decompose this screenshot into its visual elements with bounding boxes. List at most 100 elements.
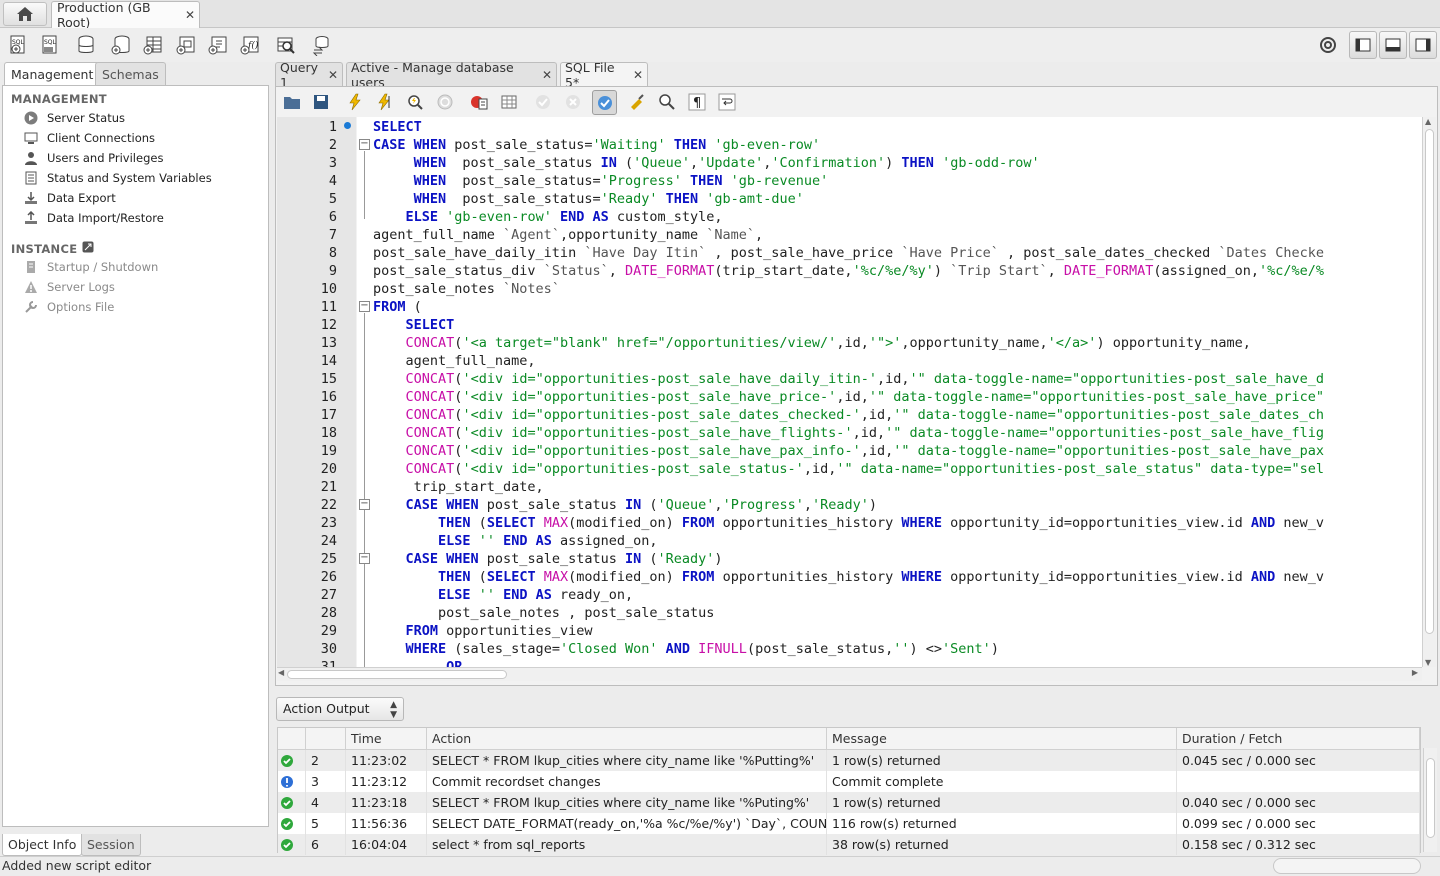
scroll-right-arrow-icon[interactable]: ▶	[1412, 668, 1418, 677]
reconnect-button[interactable]	[310, 34, 332, 56]
code-line[interactable]: CASE WHEN post_sale_status='Waiting' THE…	[373, 136, 820, 154]
code-line[interactable]: ELSE '' END AS ready_on,	[373, 586, 633, 604]
execute-current-button[interactable]	[375, 92, 395, 112]
table-row[interactable]: 4 11:23:18 SELECT * FROM lkup_cities where…	[278, 792, 1420, 813]
code-line[interactable]: SELECT	[373, 118, 422, 136]
code-line[interactable]: ELSE '' END AS assigned_on,	[373, 532, 658, 550]
autocommit-toggle[interactable]	[592, 90, 617, 115]
tab-manage-users[interactable]: Active - Manage database users ✕	[346, 60, 557, 90]
code-line[interactable]: WHEN post_sale_status='Progress' THEN 'g…	[373, 172, 829, 190]
code-line[interactable]: THEN (SELECT MAX(modified_on) FROM oppor…	[373, 568, 1324, 586]
beautify-button[interactable]	[627, 92, 647, 112]
schema-inspector-button[interactable]	[75, 34, 97, 56]
connection-tab[interactable]: Production (GB Root) ✕	[51, 0, 200, 30]
scroll-up-arrow-icon[interactable]: ▲	[1425, 117, 1431, 126]
editor-vertical-scrollbar[interactable]: ▲ ▼	[1422, 117, 1436, 667]
execute-button[interactable]	[345, 92, 365, 112]
code-line[interactable]: agent_full_name,	[373, 352, 536, 370]
column-header-status[interactable]	[278, 728, 306, 750]
settings-button[interactable]	[1318, 35, 1338, 55]
code-line[interactable]: CONCAT('<div id="opportunities-post_sale…	[373, 370, 1324, 388]
code-line[interactable]: CONCAT('<div id="opportunities-post_sale…	[373, 406, 1324, 424]
open-sql-file-button[interactable]: SQL	[39, 34, 61, 56]
fold-toggle-icon[interactable]: −	[359, 553, 370, 564]
toggle-secondary-sidebar-button[interactable]	[1409, 31, 1437, 59]
toggle-output-button[interactable]	[1379, 31, 1407, 59]
sidebar-item-data-import[interactable]: Data Import/Restore	[23, 209, 164, 227]
close-icon[interactable]: ✕	[542, 68, 552, 82]
code-line[interactable]: FROM opportunities_view	[373, 622, 593, 640]
sidebar-item-status-variables[interactable]: Status and System Variables	[23, 169, 212, 187]
code-line[interactable]: WHEN post_sale_status IN ('Queue','Updat…	[373, 154, 1040, 172]
table-row[interactable]: 6 16:04:04 select * from sql_reports 38 row…	[278, 834, 1420, 855]
fold-toggle-icon[interactable]: −	[359, 139, 370, 150]
code-line[interactable]: trip_start_date,	[373, 478, 544, 496]
code-line[interactable]: post_sale_notes `Notes`	[373, 280, 560, 298]
column-header-number[interactable]	[306, 728, 346, 750]
code-line[interactable]: post_sale_status_div `Status`, DATE_FORM…	[373, 262, 1324, 280]
code-line[interactable]: OR	[373, 658, 462, 667]
output-vertical-scrollbar[interactable]	[1423, 748, 1437, 852]
commit-button[interactable]	[533, 92, 553, 112]
code-line[interactable]: WHEN post_sale_status='Ready' THEN 'gb-a…	[373, 190, 804, 208]
table-row[interactable]: 2 11:23:02 SELECT * FROM lkup_cities where…	[278, 750, 1420, 771]
open-file-button[interactable]	[282, 92, 302, 112]
column-header-duration[interactable]: Duration / Fetch	[1177, 728, 1420, 750]
code-line[interactable]: CASE WHEN post_sale_status IN ('Queue','…	[373, 496, 878, 514]
sidebar-item-data-export[interactable]: Data Export	[23, 189, 116, 207]
table-row[interactable]: 5 11:56:36 SELECT DATE_FORMAT(ready_on,'%a…	[278, 813, 1420, 834]
close-icon[interactable]: ✕	[328, 68, 338, 82]
close-icon[interactable]: ✕	[633, 68, 643, 82]
scroll-left-arrow-icon[interactable]: ◀	[278, 668, 284, 677]
code-line[interactable]: agent_full_name `Agent`,opportunity_name…	[373, 226, 763, 244]
sidebar-item-startup-shutdown[interactable]: Startup / Shutdown	[23, 258, 158, 276]
code-line[interactable]: CONCAT('<div id="opportunities-post_sale…	[373, 424, 1324, 442]
create-table-button[interactable]	[142, 34, 164, 56]
sql-code-editor[interactable]: SELECT CASE WHEN post_sale_status='Waitin…	[357, 117, 1422, 667]
code-line[interactable]: CONCAT('<div id="opportunities-post_sale…	[373, 460, 1324, 478]
tab-sql-file-5[interactable]: SQL File 5* ✕	[560, 60, 648, 90]
column-header-message[interactable]: Message	[827, 728, 1177, 750]
code-line[interactable]: CONCAT('<a target="blank" href="/opportu…	[373, 334, 1251, 352]
code-line[interactable]: THEN (SELECT MAX(modified_on) FROM oppor…	[373, 514, 1324, 532]
stop-on-error-button[interactable]	[469, 92, 489, 112]
code-line[interactable]: CONCAT('<div id="opportunities-post_sale…	[373, 442, 1324, 460]
tab-management[interactable]: Management	[4, 62, 101, 87]
tab-query-1[interactable]: Query 1 ✕	[275, 60, 343, 90]
code-line[interactable]: WHERE (sales_stage='Closed Won' AND IFNU…	[373, 640, 999, 658]
toggle-grid-button[interactable]	[499, 92, 519, 112]
scrollbar-thumb[interactable]	[287, 670, 507, 679]
code-line[interactable]: SELECT	[373, 316, 455, 334]
column-header-action[interactable]: Action	[427, 728, 827, 750]
find-button[interactable]	[657, 92, 677, 112]
sidebar-item-server-logs[interactable]: Server Logs	[23, 278, 115, 296]
code-line[interactable]: CASE WHEN post_sale_status IN ('Ready')	[373, 550, 723, 568]
create-procedure-button[interactable]	[207, 34, 229, 56]
sidebar-item-users-privileges[interactable]: Users and Privileges	[23, 149, 163, 167]
close-icon[interactable]: ✕	[185, 8, 195, 22]
new-sql-tab-button[interactable]: SQL	[7, 34, 29, 56]
invisible-chars-button[interactable]: ¶	[687, 92, 707, 112]
scroll-down-arrow-icon[interactable]: ▼	[1425, 658, 1431, 667]
code-line[interactable]: FROM (	[373, 298, 422, 316]
editor-horizontal-scrollbar[interactable]: ◀ ▶	[277, 667, 1422, 681]
create-schema-button[interactable]	[110, 34, 132, 56]
stop-button[interactable]	[435, 92, 455, 112]
table-row[interactable]: 3 11:23:12 Commit recordset changes Commit …	[278, 771, 1420, 792]
create-function-button[interactable]: f()	[239, 34, 261, 56]
scrollbar-thumb[interactable]	[1426, 758, 1435, 838]
sidebar-item-server-status[interactable]: Server Status	[23, 109, 125, 127]
code-line[interactable]: post_sale_have_daily_itin `Have Day Itin…	[373, 244, 1324, 262]
word-wrap-button[interactable]	[717, 92, 737, 112]
rollback-button[interactable]	[563, 92, 583, 112]
code-line[interactable]: CONCAT('<div id="opportunities-post_sale…	[373, 388, 1324, 406]
tab-object-info[interactable]: Object Info	[2, 834, 83, 856]
tab-schemas[interactable]: Schemas	[95, 62, 166, 86]
code-line[interactable]: ELSE 'gb-even-row' END AS custom_style,	[373, 208, 723, 226]
home-button[interactable]	[3, 2, 47, 26]
instance-settings-icon[interactable]	[82, 241, 94, 256]
fold-toggle-icon[interactable]: −	[359, 499, 370, 510]
column-header-time[interactable]: Time	[346, 728, 427, 750]
create-view-button[interactable]	[175, 34, 197, 56]
save-file-button[interactable]	[311, 92, 331, 112]
